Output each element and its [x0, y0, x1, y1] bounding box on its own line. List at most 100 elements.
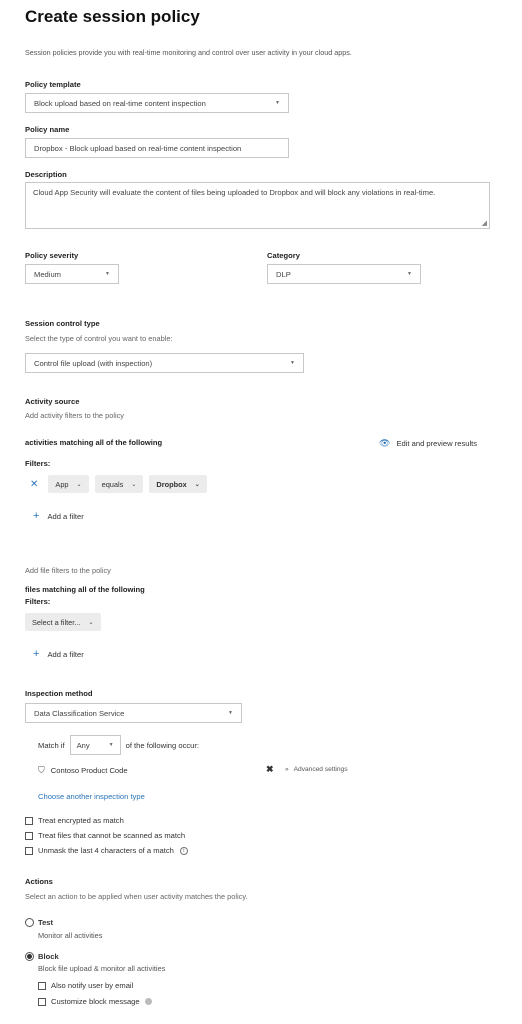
file-filters-sub: Add file filters to the policy: [25, 566, 111, 575]
unmask-label: Unmask the last 4 characters of a match: [38, 846, 174, 855]
chevron-down-icon: ⌄: [194, 481, 200, 488]
test-radio[interactable]: Test: [25, 918, 53, 927]
test-title: Test: [38, 918, 54, 927]
notify-email-label: Also notify user by email: [51, 981, 134, 990]
notify-email-checkbox[interactable]: Also notify user by email: [38, 981, 133, 990]
activity-filter-row: ✕ App ⌄ equals ⌄ Dropbox ⌄: [30, 475, 207, 493]
remove-filter-icon[interactable]: ✕: [30, 479, 38, 490]
session-control-sub: Select the type of control you want to e…: [25, 334, 173, 343]
chevron-down-icon: ▼: [228, 710, 233, 716]
filter-field-dropdown[interactable]: App ⌄: [48, 475, 89, 493]
customize-message-checkbox[interactable]: Customize block message: [38, 997, 152, 1006]
filters-label: Filters:: [25, 459, 51, 468]
chevron-down-icon: ⌄: [76, 481, 82, 488]
page-description: Session policies provide you with real-t…: [25, 48, 352, 57]
policy-template-label: Policy template: [25, 80, 81, 89]
file-filter-select[interactable]: Select a filter... ⌄: [25, 613, 101, 631]
chevron-down-icon: ⌄: [88, 619, 94, 626]
severity-select[interactable]: Medium ▼: [25, 264, 119, 284]
inspection-method-label: Inspection method: [25, 689, 93, 698]
block-radio[interactable]: Block: [25, 952, 59, 961]
activity-source-sub: Add activity filters to the policy: [25, 411, 124, 420]
chevron-down-icon: ▼: [407, 271, 412, 277]
description-textarea[interactable]: Cloud App Security will evaluate the con…: [25, 182, 490, 229]
activity-source-label: Activity source: [25, 397, 80, 406]
filter-field-value: App: [55, 479, 69, 489]
filter-operator-dropdown[interactable]: equals ⌄: [94, 475, 144, 493]
inspection-method-value: Data Classification Service: [34, 708, 125, 718]
treat-unscannable-checkbox[interactable]: Treat files that cannot be scanned as ma…: [25, 831, 185, 840]
info-icon[interactable]: i: [179, 846, 188, 855]
info-icon[interactable]: [144, 998, 152, 1005]
chevron-down-icon: ▼: [290, 360, 295, 366]
advanced-settings-toggle[interactable]: » Advanced settings: [285, 766, 348, 773]
filter-operator-value: equals: [101, 479, 124, 489]
checkbox-box[interactable]: [25, 816, 33, 825]
add-activity-filter-label: Add a filter: [47, 511, 84, 521]
category-value: DLP: [276, 269, 291, 279]
page-title: Create session policy: [25, 7, 200, 26]
activities-matching-text: activities matching all of the following: [25, 438, 163, 447]
match-if-value: Any: [76, 740, 90, 750]
double-chevron-down-icon: »: [285, 766, 289, 773]
chevron-down-icon: ⌄: [131, 481, 137, 488]
chevron-down-icon: ▼: [105, 271, 110, 277]
session-control-select[interactable]: Control file upload (with inspection) ▼: [25, 353, 304, 373]
test-desc: Monitor all activities: [38, 931, 103, 940]
description-text: Cloud App Security will evaluate the con…: [33, 188, 436, 197]
category-select[interactable]: DLP ▼: [267, 264, 421, 284]
session-control-label: Session control type: [25, 319, 100, 328]
policy-template-value: Block upload based on real-time content …: [34, 98, 206, 108]
files-matching-text: files matching all of the following: [25, 585, 145, 594]
unmask-checkbox[interactable]: Unmask the last 4 characters of a match …: [25, 846, 188, 855]
edit-preview-link[interactable]: 👁 Edit and preview results: [379, 438, 477, 449]
radio-button-selected[interactable]: [25, 952, 34, 961]
file-filters-label: Filters:: [25, 597, 51, 606]
filter-value-text: Dropbox: [156, 479, 187, 489]
customize-message-label: Customize block message: [51, 997, 140, 1006]
remove-item-icon[interactable]: ✖: [266, 764, 274, 775]
match-if-select[interactable]: Any ▼: [69, 735, 121, 755]
checkbox-box[interactable]: [25, 831, 33, 840]
policy-template-select[interactable]: Block upload based on real-time content …: [25, 93, 289, 113]
inspection-item: ⛉ Contoso Product Code: [38, 765, 128, 776]
chevron-down-icon: ▼: [108, 742, 114, 748]
advanced-settings-label: Advanced settings: [293, 766, 348, 773]
treat-unscannable-label: Treat files that cannot be scanned as ma…: [38, 831, 186, 840]
treat-encrypted-checkbox[interactable]: Treat encrypted as match: [25, 816, 124, 825]
actions-label: Actions: [25, 877, 53, 886]
radio-button[interactable]: [25, 918, 34, 927]
block-title: Block: [38, 952, 59, 961]
category-label: Category: [267, 251, 300, 260]
severity-value: Medium: [34, 269, 62, 279]
policy-name-label: Policy name: [25, 125, 70, 134]
description-label: Description: [25, 170, 67, 179]
chevron-down-icon: ▼: [275, 100, 280, 106]
inspection-method-select[interactable]: Data Classification Service ▼: [25, 703, 242, 723]
actions-sub: Select an action to be applied when user…: [25, 892, 248, 901]
file-filter-placeholder: Select a filter...: [32, 617, 81, 627]
choose-inspection-link[interactable]: Choose another inspection type: [38, 792, 145, 801]
block-desc: Block file upload & monitor all activiti…: [38, 964, 166, 973]
add-file-filter-button[interactable]: + Add a filter: [33, 648, 84, 660]
checkbox-box[interactable]: [38, 997, 46, 1006]
edit-preview-label: Edit and preview results: [396, 439, 478, 448]
match-if-suffix: of the following occur:: [125, 740, 200, 750]
policy-name-input[interactable]: Dropbox - Block upload based on real-tim…: [25, 138, 289, 158]
match-if-label: Match if: [38, 740, 65, 750]
severity-label: Policy severity: [25, 251, 79, 260]
plus-icon: +: [33, 510, 40, 522]
eye-icon: 👁: [379, 438, 391, 448]
session-control-value: Control file upload (with inspection): [34, 358, 153, 368]
checkbox-box[interactable]: [25, 846, 33, 855]
resize-handle-icon[interactable]: ◢: [482, 220, 487, 227]
shield-icon: ⛉: [38, 765, 45, 775]
checkbox-box[interactable]: [38, 981, 46, 990]
add-activity-filter-button[interactable]: + Add a filter: [33, 510, 84, 522]
inspection-item-label: Contoso Product Code: [50, 766, 128, 775]
match-if-row: Match if Any ▼ of the following occur:: [38, 735, 199, 755]
treat-encrypted-label: Treat encrypted as match: [38, 816, 124, 825]
plus-icon: +: [33, 648, 40, 660]
add-file-filter-label: Add a filter: [47, 649, 84, 659]
filter-value-dropdown[interactable]: Dropbox ⌄: [149, 475, 207, 493]
